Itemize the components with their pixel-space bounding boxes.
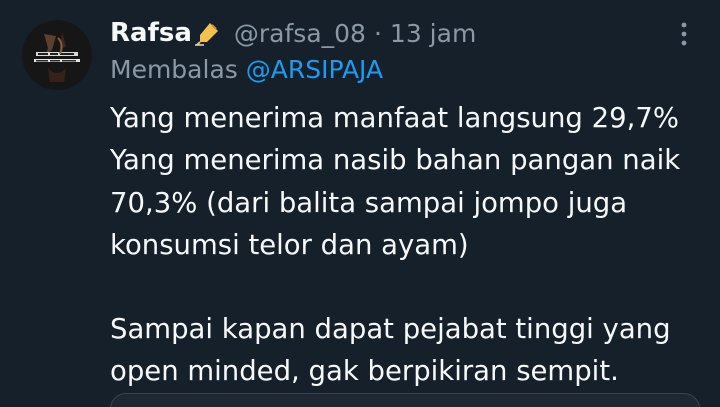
timestamp[interactable]: 13 jam (390, 19, 476, 48)
tweet-text-line: Yang menerima manfaat langsung 29,7% (110, 102, 679, 134)
author-handle[interactable]: @rafsa_08 (234, 19, 366, 48)
reply-to-link[interactable]: @ARSIPAJA (246, 55, 383, 84)
tweet: Rafsa @rafsa_08 · 13 jam Membalas @ARSIP… (0, 0, 720, 407)
more-vertical-icon (681, 22, 687, 46)
tweet-text-line: Sampai kapan dapat pejabat tinggi yang (110, 313, 671, 346)
separator-dot: · (373, 18, 382, 48)
reply-context: Membalas @ARSIPAJA (110, 55, 383, 84)
writing-hand-icon (194, 19, 222, 47)
tweet-text-line: Yang menerima nasib bahan pangan naik (110, 144, 681, 177)
tweet-text-line: konsumsi telor dan ayam) (110, 228, 469, 261)
tweet-text-line: 70,3% (dari balita sampai jompo juga (110, 186, 628, 219)
more-options-button[interactable] (668, 18, 700, 50)
tweet-text-line: open minded, gak berpikiran sempit. (110, 355, 619, 388)
reply-prefix: Membalas (110, 55, 238, 84)
author-name[interactable]: Rafsa (110, 18, 192, 48)
avatar-image (22, 20, 92, 90)
tweet-text: Yang menerima manfaat langsung 29,7% Yan… (110, 97, 700, 393)
media-card-preview[interactable] (110, 393, 700, 407)
tweet-header: Rafsa @rafsa_08 · 13 jam (110, 14, 476, 52)
avatar[interactable] (22, 20, 92, 90)
